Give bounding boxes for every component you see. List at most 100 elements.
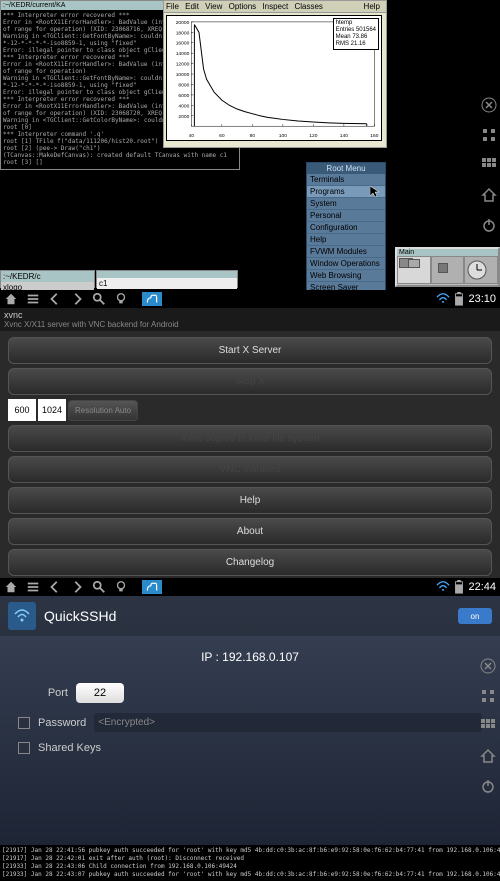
sharedkeys-label: Shared Keys [38, 742, 101, 754]
close-icon[interactable] [480, 96, 498, 114]
port-value[interactable]: 22 [76, 683, 124, 703]
home-icon[interactable] [4, 580, 18, 594]
cursor-icon [370, 186, 382, 198]
chart-legend: htemp Entries 501564 Mean 73.86 RMS 21.1… [333, 18, 379, 50]
menu-file[interactable]: File [166, 2, 179, 11]
menu-inspect[interactable]: Inspect [262, 2, 288, 11]
bulb-icon[interactable] [114, 580, 128, 594]
fvwm-pager[interactable]: Main [395, 247, 500, 287]
wifi-icon [436, 292, 450, 306]
height-input[interactable] [38, 399, 66, 421]
rootmenu-modules[interactable]: FVWM Modules [307, 246, 385, 258]
power-icon[interactable] [480, 216, 498, 234]
c1-window[interactable]: c1 [96, 270, 238, 288]
menu-help[interactable]: Help [364, 2, 380, 11]
side-controls-1 [480, 96, 498, 234]
menu-edit[interactable]: Edit [185, 2, 199, 11]
pager-desk-1[interactable] [397, 256, 431, 284]
service-toggle[interactable]: on [458, 608, 492, 624]
grid-icon[interactable] [480, 156, 498, 174]
xlogo-window[interactable]: :~/KEDR/c xlogo [0, 270, 95, 288]
statusbar-xvnc: 23:10 [0, 290, 500, 308]
port-row: Port 22 [0, 678, 500, 708]
app-tab-icon[interactable] [142, 292, 162, 306]
sharedkeys-checkbox[interactable] [18, 742, 30, 754]
rootmenu-personal[interactable]: Personal [307, 210, 385, 222]
back-icon[interactable] [48, 580, 62, 594]
xlogo-title: :~/KEDR/c [1, 271, 94, 282]
svg-text:6000: 6000 [178, 93, 189, 99]
home-icon[interactable] [4, 292, 18, 306]
app-tab-icon[interactable] [142, 580, 162, 594]
legend-rms: 21.16 [351, 41, 366, 47]
svg-text:2000: 2000 [178, 114, 189, 120]
svg-text:160: 160 [370, 133, 378, 139]
svg-text:4000: 4000 [178, 103, 189, 109]
svg-text:60: 60 [219, 133, 225, 139]
svg-text:10000: 10000 [176, 72, 190, 78]
svg-text:8000: 8000 [178, 82, 189, 88]
svg-text:40: 40 [189, 133, 195, 139]
stop-x-button[interactable]: Stop X [8, 368, 492, 395]
legend-mean: 73.86 [352, 34, 367, 40]
pager-desk-3[interactable] [464, 256, 498, 284]
rootmenu-help[interactable]: Help [307, 234, 385, 246]
search-icon[interactable] [92, 580, 106, 594]
grid-icon[interactable] [480, 718, 496, 734]
rootmenu-web[interactable]: Web Browsing [307, 270, 385, 282]
bulb-icon[interactable] [114, 292, 128, 306]
svg-text:12000: 12000 [176, 62, 190, 68]
pager-desk-2[interactable] [431, 256, 465, 284]
copied-button[interactable]: Xvnc copied to local file system [8, 425, 492, 452]
start-x-button[interactable]: Start X Server [8, 337, 492, 364]
pager-title: Main [397, 249, 498, 256]
fvwm-root-menu[interactable]: Root Menu Terminals Programs System Pers… [306, 162, 386, 307]
width-input[interactable] [8, 399, 36, 421]
forward-icon[interactable] [70, 292, 84, 306]
root-canvas-window[interactable]: File Edit View Options Inspect Classes H… [163, 0, 387, 148]
histogram-chart: htemp Entries 501564 Mean 73.86 RMS 21.1… [166, 15, 382, 141]
svg-text:80: 80 [250, 133, 256, 139]
home-icon[interactable] [480, 748, 496, 764]
clock: 23:10 [468, 293, 496, 305]
vnc-installed-button[interactable]: VNC installed [8, 456, 492, 483]
about-button[interactable]: About [8, 518, 492, 545]
password-row: Password <Encrypted> [0, 708, 500, 737]
menu-view[interactable]: View [205, 2, 222, 11]
password-field[interactable]: <Encrypted> [94, 713, 482, 732]
legend-name: htemp [336, 20, 376, 27]
sshd-title: QuickSSHd [44, 608, 458, 624]
password-checkbox[interactable] [18, 717, 30, 729]
menu-dots-icon[interactable] [480, 688, 496, 704]
forward-icon[interactable] [70, 580, 84, 594]
help-button[interactable]: Help [8, 487, 492, 514]
rootmenu-config[interactable]: Configuration [307, 222, 385, 234]
rootmenu-system[interactable]: System [307, 198, 385, 210]
changelog-button[interactable]: Changelog [8, 549, 492, 576]
port-label: Port [18, 687, 68, 699]
home-icon[interactable] [480, 186, 498, 204]
power-icon[interactable] [480, 778, 496, 794]
search-icon[interactable] [92, 292, 106, 306]
xvnc-subtitle: Xvnc X/X11 server with VNC backend for A… [4, 320, 496, 329]
list-icon[interactable] [26, 292, 40, 306]
ip-display: IP : 192.168.0.107 [0, 636, 500, 678]
list-icon[interactable] [26, 580, 40, 594]
xvnc-app: 23:10 xvnc Xvnc X/X11 server with VNC ba… [0, 290, 500, 578]
menu-dots-icon[interactable] [480, 126, 498, 144]
menu-classes[interactable]: Classes [294, 2, 322, 11]
rootmenu-terminals[interactable]: Terminals [307, 174, 385, 186]
svg-text:120: 120 [309, 133, 317, 139]
app-icon [8, 602, 36, 630]
xvnc-header: xvnc Xvnc X/X11 server with VNC backend … [0, 308, 500, 331]
rootmenu-winops[interactable]: Window Operations [307, 258, 385, 270]
root-menubar[interactable]: File Edit View Options Inspect Classes H… [164, 1, 386, 13]
menu-options[interactable]: Options [229, 2, 257, 11]
back-icon[interactable] [48, 292, 62, 306]
svg-text:20000: 20000 [176, 20, 190, 26]
resolution-auto-button[interactable]: Resolution Auto [68, 400, 138, 421]
c1-label: c1 [97, 278, 237, 289]
battery-icon [454, 292, 464, 306]
sharedkeys-row: Shared Keys [0, 737, 500, 759]
close-icon[interactable] [480, 658, 496, 674]
